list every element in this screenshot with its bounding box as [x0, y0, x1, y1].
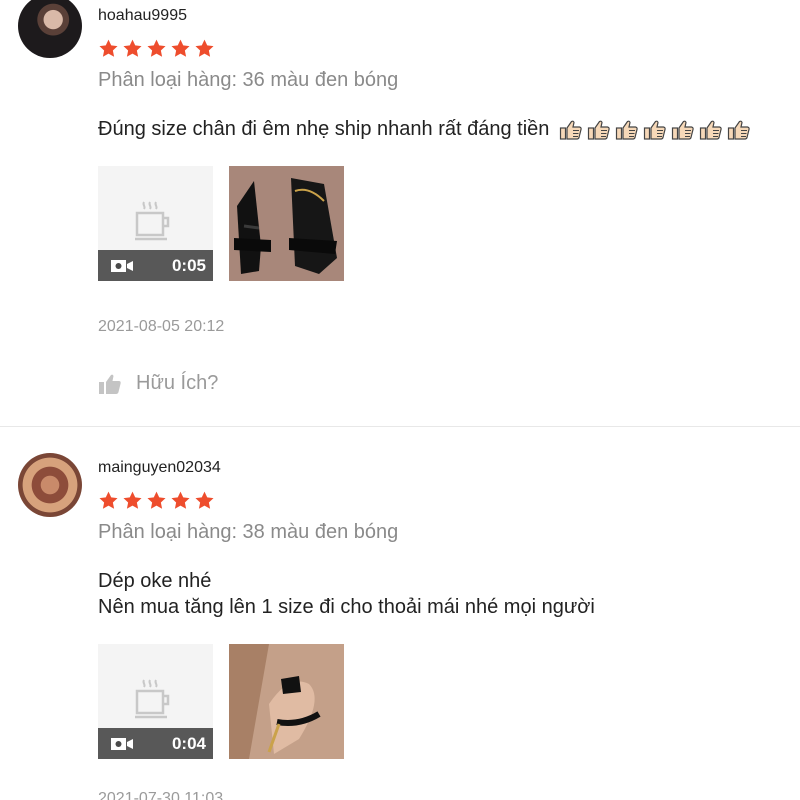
star-icon — [98, 490, 119, 511]
thumbs-up-emoji-icon — [727, 120, 750, 140]
review-video[interactable]: 0:04 — [98, 644, 213, 759]
star-icon — [146, 38, 167, 59]
comment-line: Nên mua tăng lên 1 size đi cho thoải mái… — [98, 596, 595, 618]
coffee-cup-icon — [135, 679, 170, 719]
rating-stars — [98, 490, 215, 511]
rating-stars — [98, 38, 215, 59]
review-video[interactable]: 0:05 — [98, 166, 213, 281]
thumbs-up-emoji-icon — [559, 120, 582, 140]
thumbs-up-emoji-icon — [615, 120, 638, 140]
review-item: mainguyen02034 Phân loại hàng: 38 màu đe… — [0, 428, 800, 800]
product-variation: Phân loại hàng: 38 màu đen bóng — [98, 521, 399, 543]
comment-line: Dép oke nhé — [98, 570, 212, 592]
avatar[interactable] — [18, 0, 82, 58]
video-duration: 0:05 — [171, 255, 206, 275]
star-icon — [146, 490, 167, 511]
comment-line: Đúng size chân đi êm nhẹ ship nhanh rất … — [98, 118, 550, 140]
review-media: 0:04 — [98, 644, 344, 759]
video-camera-icon — [111, 259, 133, 272]
coffee-cup-icon — [135, 201, 170, 241]
star-icon — [98, 38, 119, 59]
video-camera-icon — [111, 737, 133, 750]
thumbs-up-emoji-icon — [643, 120, 666, 140]
review-comment: Dép oke nhé Nên mua tăng lên 1 size đi c… — [98, 568, 595, 620]
avatar[interactable] — [18, 453, 82, 517]
review-photo[interactable] — [229, 166, 344, 281]
review-photo[interactable] — [229, 644, 344, 759]
thumbs-up-icon — [99, 374, 121, 394]
sandal-photo-image — [229, 166, 344, 281]
helpful-label: Hữu Ích? — [136, 372, 219, 394]
video-duration-bar: 0:04 — [98, 728, 213, 759]
star-icon — [122, 490, 143, 511]
star-icon — [194, 38, 215, 59]
sandal-photo-image — [229, 644, 344, 759]
reviewer-username[interactable]: mainguyen02034 — [98, 459, 221, 477]
video-duration: 0:04 — [171, 733, 206, 753]
thumbs-up-emoji-icon — [699, 120, 722, 140]
review-comment: Đúng size chân đi êm nhẹ ship nhanh rất … — [98, 116, 751, 142]
thumbs-up-emoji-icon — [587, 120, 610, 140]
thumbs-up-emoji-row — [559, 119, 751, 141]
star-icon — [122, 38, 143, 59]
helpful-button[interactable]: Hữu Ích? — [98, 372, 218, 395]
review-item: hoahau9995 Phân loại hàng: 36 màu đen bó… — [0, 0, 800, 427]
reviewer-username[interactable]: hoahau9995 — [98, 7, 187, 25]
review-timestamp: 2021-07-30 11:03 — [98, 790, 224, 800]
star-icon — [170, 38, 191, 59]
video-duration-bar: 0:05 — [98, 250, 213, 281]
star-icon — [194, 490, 215, 511]
review-media: 0:05 — [98, 166, 344, 281]
product-variation: Phân loại hàng: 36 màu đen bóng — [98, 69, 399, 91]
star-icon — [170, 490, 191, 511]
review-timestamp: 2021-08-05 20:12 — [98, 318, 225, 335]
thumbs-up-emoji-icon — [671, 120, 694, 140]
